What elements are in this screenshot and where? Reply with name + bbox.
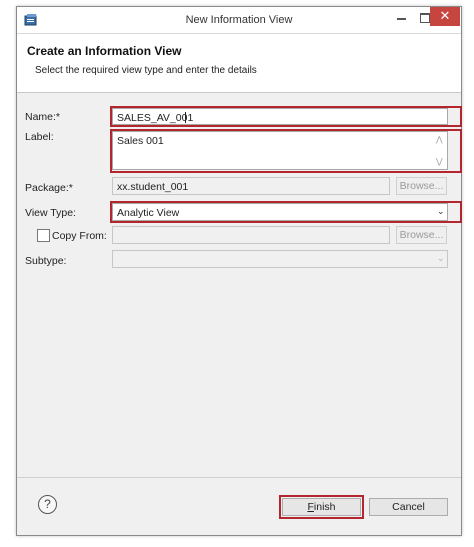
name-value: SALES_AV_001 — [117, 112, 194, 124]
view-type-label: View Type: — [25, 207, 76, 219]
close-button[interactable]: ✕ — [430, 7, 460, 26]
copy-from-field — [112, 226, 390, 244]
scroll-down-icon[interactable]: ⋁ — [436, 157, 443, 166]
package-browse-button[interactable]: Browse... — [396, 177, 447, 195]
footer-separator — [17, 477, 461, 478]
page-title: Create an Information View — [27, 44, 182, 58]
name-label: Name:* — [25, 111, 61, 123]
page-description: Select the required view type and enter … — [35, 65, 257, 76]
package-label: Package:* — [25, 182, 73, 194]
package-value: xx.student_001 — [117, 181, 189, 193]
finish-button[interactable]: Finish — [282, 498, 361, 516]
cancel-button[interactable]: Cancel — [369, 498, 448, 516]
text-caret — [185, 112, 186, 123]
subtype-select — [112, 250, 448, 268]
label-label: Label: — [25, 131, 54, 143]
package-field: xx.student_001 — [112, 177, 390, 195]
subtype-chevron-icon: ⌄ — [437, 253, 445, 263]
chevron-down-icon[interactable]: ⌄ — [437, 206, 445, 217]
help-icon[interactable]: ? — [38, 495, 57, 514]
view-type-value: Analytic View — [117, 207, 180, 219]
subtype-label: Subtype: — [25, 255, 67, 267]
copy-from-checkbox[interactable] — [37, 229, 50, 242]
close-icon: ✕ — [439, 8, 451, 23]
copy-from-browse-button[interactable]: Browse... — [396, 226, 447, 244]
label-textarea[interactable]: Sales 001 — [112, 131, 448, 170]
title-bar: New Information View ✕ — [17, 7, 461, 34]
scroll-up-icon[interactable]: ⋀ — [436, 135, 443, 144]
copy-from-label: Copy From: — [52, 230, 107, 242]
label-value: Sales 001 — [117, 135, 164, 147]
new-information-view-dialog: New Information View ✕ Create an Informa… — [16, 6, 462, 536]
dialog-header: Create an Information View Select the re… — [17, 34, 461, 93]
maximize-icon — [420, 13, 430, 23]
minimize-icon — [397, 18, 406, 20]
name-input[interactable]: SALES_AV_001 — [112, 108, 448, 125]
minimize-button[interactable] — [391, 8, 413, 26]
finish-label: inish — [313, 501, 336, 513]
view-type-select[interactable]: Analytic View — [112, 203, 448, 221]
